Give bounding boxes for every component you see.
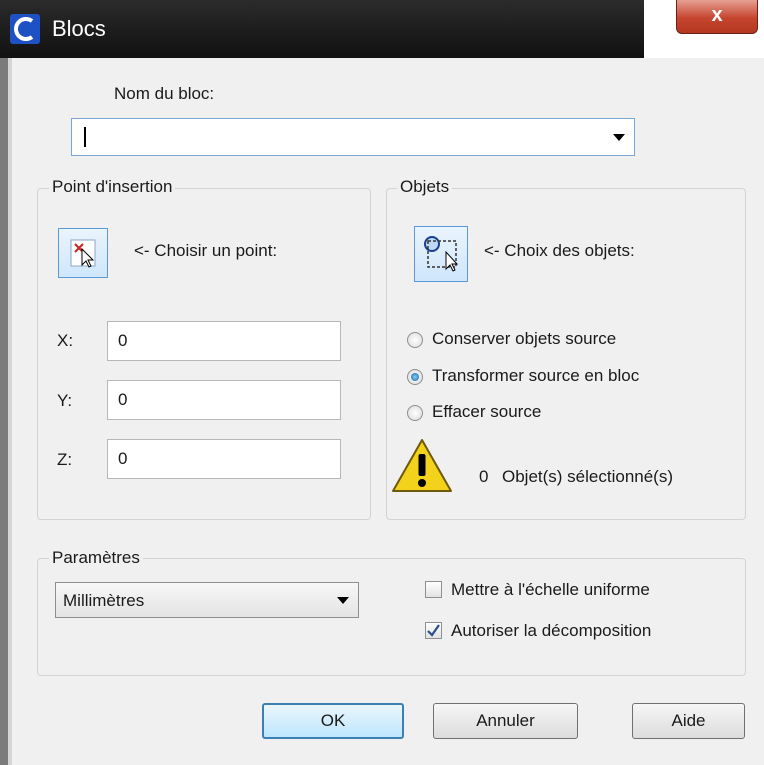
app-icon (10, 14, 40, 44)
allow-explode-label[interactable]: Autoriser la décomposition (451, 621, 651, 641)
insertion-point-title: Point d'insertion (49, 177, 176, 197)
select-objects-icon (424, 236, 459, 272)
y-label: Y: (57, 391, 73, 410)
radio-delete-source[interactable] (407, 405, 423, 421)
radio-convert-to-block[interactable] (407, 369, 423, 385)
pick-point-label: <- Choisir un point: (134, 241, 278, 260)
allow-explode-checkbox[interactable] (425, 622, 442, 639)
radio-keep-source-label[interactable]: Conserver objets source (432, 329, 616, 349)
selected-count-text: Objet(s) sélectionné(s) (502, 467, 674, 486)
z-label: Z: (57, 450, 73, 469)
block-name-combobox[interactable] (71, 118, 635, 156)
text-caret (84, 127, 86, 147)
uniform-scale-label[interactable]: Mettre à l'échelle uniforme (451, 580, 650, 600)
ok-button[interactable]: OK (262, 703, 404, 739)
select-objects-button[interactable] (414, 226, 468, 282)
cancel-button[interactable]: Annuler (433, 703, 578, 739)
pick-point-icon (70, 239, 96, 268)
blocs-dialog: Blocs x Nom du bloc: Point d'insertion <… (0, 0, 764, 765)
block-name-label: Nom du bloc: (114, 84, 215, 103)
uniform-scale-checkbox[interactable] (425, 581, 442, 598)
title-bar (0, 0, 764, 58)
close-icon: x (711, 4, 723, 26)
z-input[interactable]: 0 (107, 439, 341, 479)
objects-title: Objets (397, 177, 453, 197)
selected-count: 0 (479, 467, 489, 486)
checkmark-icon (427, 624, 440, 637)
radio-delete-source-label[interactable]: Effacer source (432, 402, 541, 422)
units-dropdown[interactable]: Millimètres (55, 582, 359, 618)
dropdown-arrow-icon[interactable] (613, 134, 625, 141)
radio-convert-to-block-label[interactable]: Transformer source en bloc (432, 366, 639, 386)
x-label: X: (57, 331, 74, 350)
warning-icon (392, 439, 452, 492)
window-title: Blocs (52, 16, 106, 41)
dropdown-arrow-icon[interactable] (337, 597, 349, 604)
select-objects-label: <- Choix des objets: (484, 241, 635, 260)
pick-point-button[interactable] (58, 228, 108, 278)
radio-keep-source[interactable] (407, 332, 423, 348)
help-button[interactable]: Aide (632, 703, 745, 739)
x-input[interactable]: 0 (107, 321, 341, 361)
settings-title: Paramètres (49, 548, 143, 568)
y-input[interactable]: 0 (107, 380, 341, 420)
close-button[interactable]: x (676, 0, 758, 34)
